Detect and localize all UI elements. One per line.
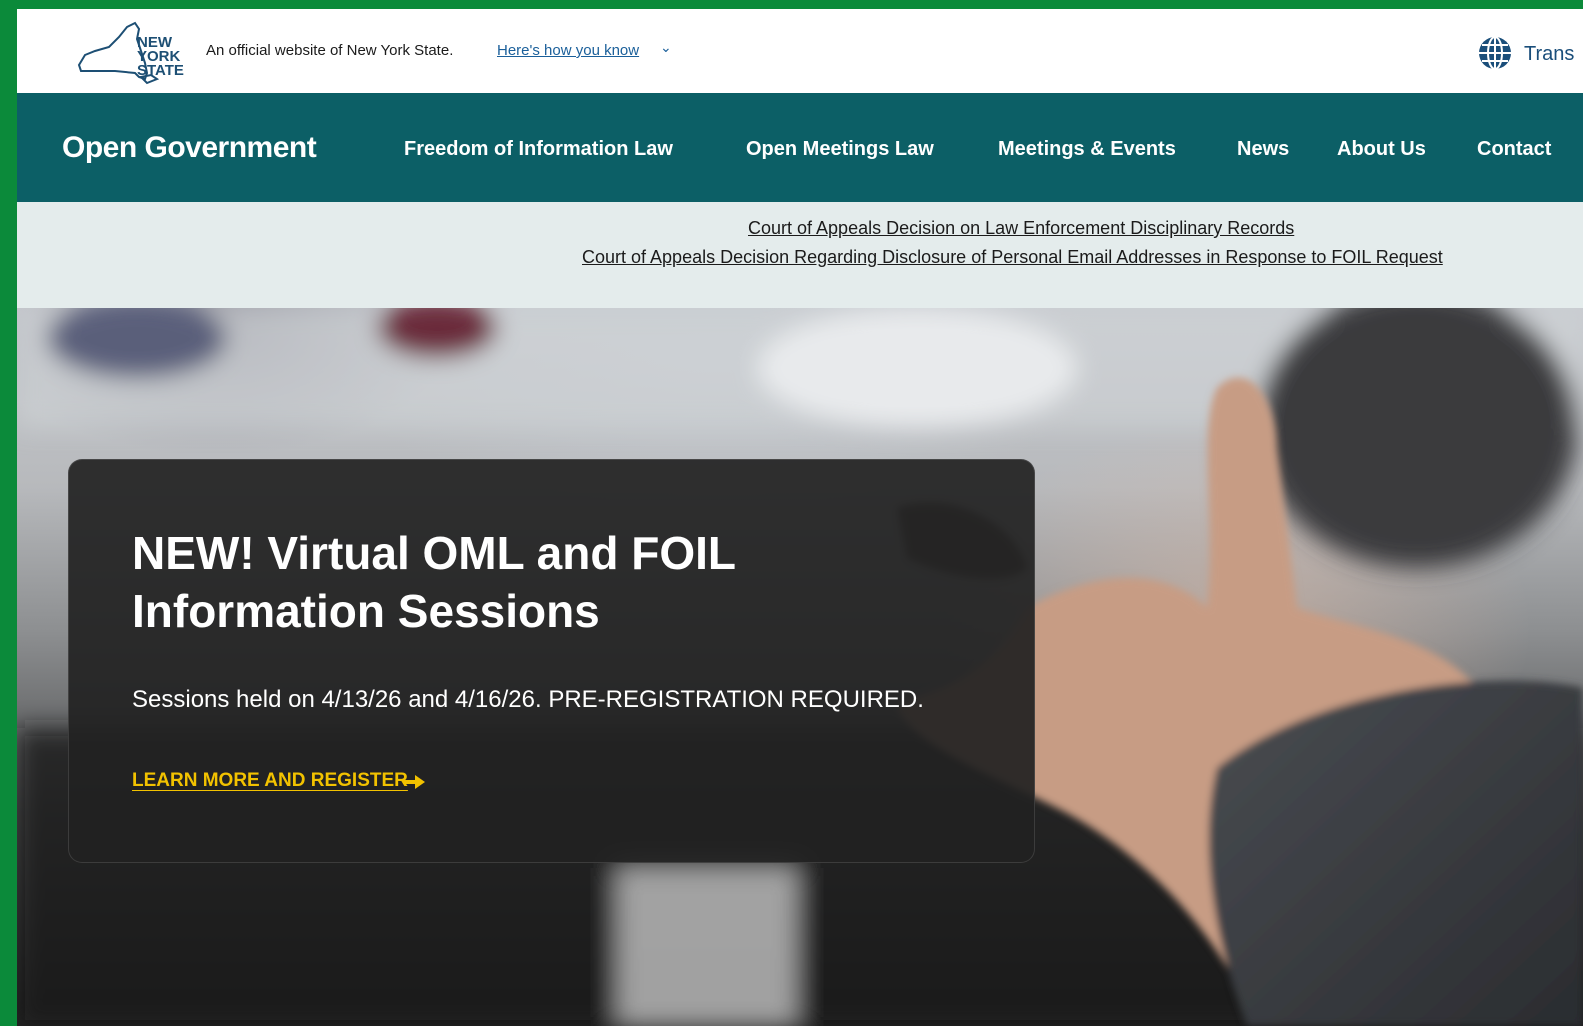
promo-title: NEW! Virtual OML and FOIL Information Se…: [132, 527, 736, 637]
learn-more-register-link[interactable]: LEARN MORE AND REGISTER: [132, 770, 408, 792]
alert-bar: Court of Appeals Decision on Law Enforce…: [17, 202, 1583, 308]
logo-text-line-3: STATE: [137, 62, 184, 79]
nav-item-foil[interactable]: Freedom of Information Law: [404, 138, 673, 161]
alert-link-disciplinary-records[interactable]: Court of Appeals Decision on Law Enforce…: [748, 218, 1294, 239]
nav-item-about-us[interactable]: About Us: [1337, 138, 1426, 161]
arrow-right-icon[interactable]: [403, 775, 425, 789]
nav-item-news[interactable]: News: [1237, 138, 1289, 161]
nys-state-outline-icon: NEW YORK STATE: [77, 21, 184, 85]
how-you-know-link[interactable]: Here's how you know: [497, 42, 639, 59]
translate-label: Trans: [1524, 43, 1575, 65]
main-navigation: Open Government Freedom of Information L…: [17, 93, 1583, 202]
promo-description: Sessions held on 4/13/26 and 4/16/26. PR…: [132, 686, 924, 713]
official-banner: NEW YORK STATE An official website of Ne…: [17, 9, 1583, 93]
promo-card: NEW! Virtual OML and FOIL Information Se…: [68, 459, 1035, 863]
viewport-left-border: [10, 9, 17, 1026]
chevron-down-icon[interactable]: ⌄: [660, 39, 672, 56]
hero-banner: NEW! Virtual OML and FOIL Information Se…: [17, 308, 1583, 1026]
nav-item-contact[interactable]: Contact: [1477, 138, 1551, 161]
nav-item-meetings-events[interactable]: Meetings & Events: [998, 138, 1176, 161]
official-website-text: An official website of New York State.: [206, 42, 454, 59]
site-title[interactable]: Open Government: [62, 131, 317, 165]
nys-logo[interactable]: NEW YORK STATE: [75, 17, 187, 85]
globe-icon: [1479, 36, 1511, 70]
browser-viewport: NEW YORK STATE An official website of Ne…: [10, 9, 1583, 1026]
nav-item-open-meetings-law[interactable]: Open Meetings Law: [746, 138, 934, 161]
alert-link-email-addresses[interactable]: Court of Appeals Decision Regarding Disc…: [582, 247, 1443, 268]
